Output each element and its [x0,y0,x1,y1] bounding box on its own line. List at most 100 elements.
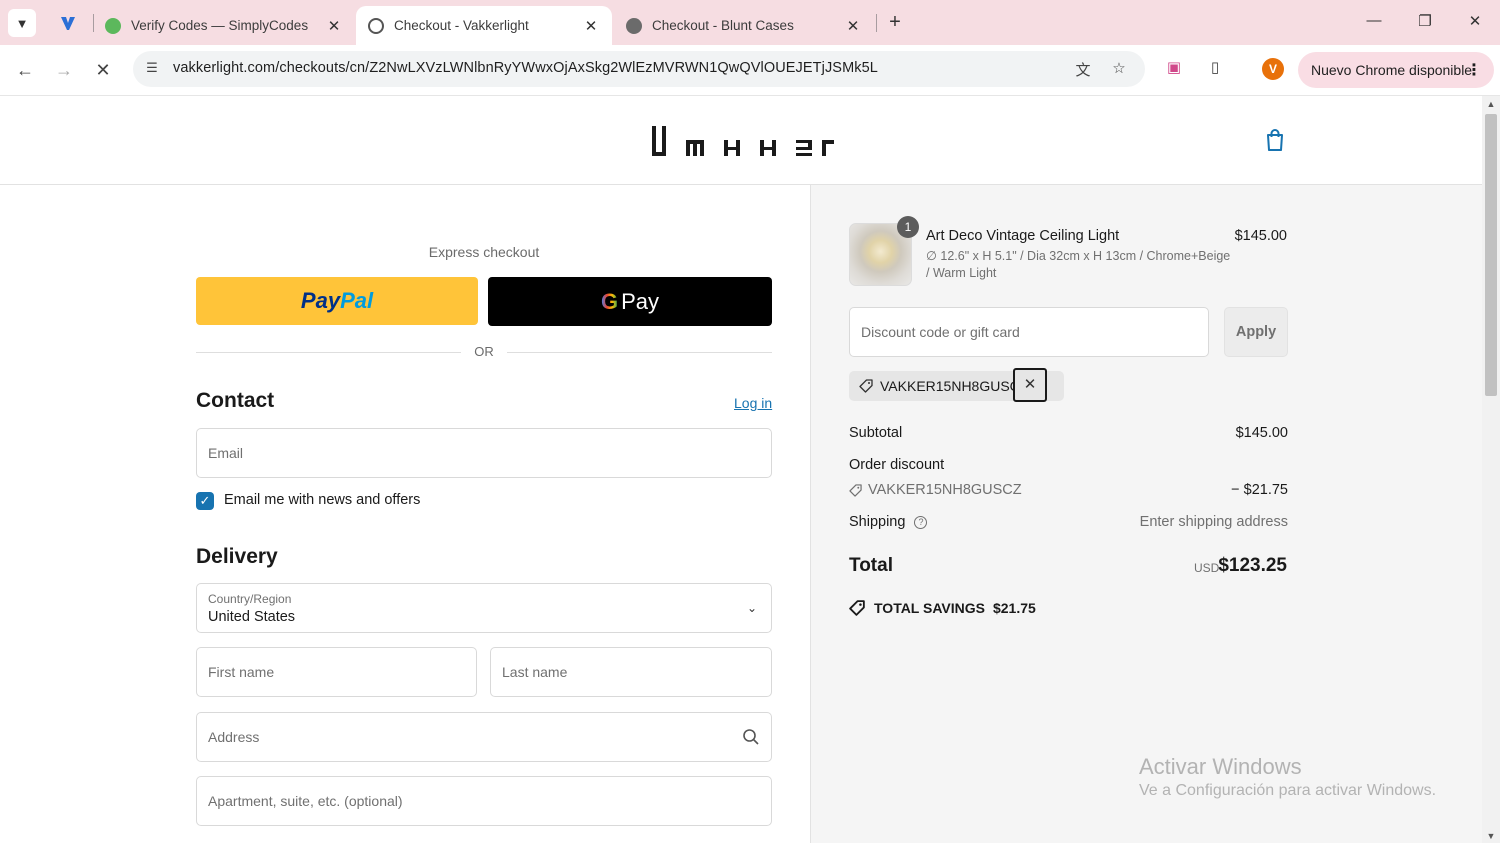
windows-watermark-title: Activar Windows [1139,754,1302,779]
window-close-icon[interactable]: ✕ [1465,12,1485,32]
subtotal-value: $145.00 [1235,425,1288,441]
scrollbar-thumb[interactable] [1485,114,1497,396]
loading-favicon-icon [368,17,384,34]
search-icon [743,729,759,745]
page-scrollbar[interactable]: ▲ ▼ [1482,96,1500,843]
order-discount-row: Order discount [849,457,1288,473]
applied-code-text: VAKKER15NH8GUSCZ [880,378,1029,394]
google-g-icon: G [600,288,619,314]
quantity-badge: 1 [897,216,919,238]
tab-separator [876,14,877,32]
windows-watermark-subtitle: Ve a Configuración para activar Windows. [1139,782,1437,799]
scroll-down-icon[interactable]: ▼ [1485,831,1497,841]
pinned-tab[interactable] [54,9,82,37]
globe-favicon-icon [626,17,642,34]
contact-heading: Contact [196,389,275,412]
profile-avatar[interactable]: V [1262,58,1284,80]
checkout-form: Express checkout Pay Pal G Pay OR Contact … [0,185,810,843]
menu-dots-icon[interactable]: ⋮ [1466,60,1482,80]
divider-left [196,352,461,353]
google-pay-button[interactable]: G Pay [488,277,772,326]
discount-code-text: VAKKER15NH8GUSCZ [868,482,1022,498]
newsletter-checkbox[interactable]: ✓ [196,492,214,510]
close-tab-icon[interactable]: ✕ [844,17,862,35]
shipping-label: Shipping [849,514,906,530]
chevron-down-icon: ⌄ [746,601,757,615]
product-price: $145.00 [1234,228,1287,244]
country-label: Country/Region [208,592,292,606]
translate-icon[interactable]: 文 [1073,59,1093,79]
remove-code-icon[interactable]: ✕ [1013,368,1047,402]
savings-value: $21.75 [992,600,1036,616]
back-icon[interactable]: ← [12,57,38,83]
apply-button[interactable]: Apply [1224,307,1288,357]
simplycodes-favicon-icon [105,17,121,34]
tab-strip: ▼ Verify Codes — SimplyCodes ✕ Checkout … [0,0,1500,45]
pinned-tab-favicon-icon [61,17,75,30]
address-field[interactable]: Address [196,712,772,762]
help-circle-icon[interactable]: ? [914,516,928,529]
last-name-placeholder: Last name [502,664,568,680]
paypal-wordmark-pay: Pay [300,288,341,313]
tab-vakkerlight[interactable]: Checkout - Vakkerlight ✕ [356,6,612,45]
subtotal-label: Subtotal [849,425,903,441]
restore-icon[interactable]: ❐ [1415,12,1435,32]
gpay-label: Pay [621,288,660,314]
paypal-wordmark-pal: Pal [340,288,374,313]
divider-right [507,352,772,353]
total-savings: TOTAL SAVINGS $21.75 [849,600,1036,616]
address-placeholder: Address [208,729,260,745]
savings-label: TOTAL SAVINGS [874,600,985,616]
discount-value: − $21.75 [1231,482,1288,498]
delivery-heading: Delivery [196,545,278,568]
or-divider-label: OR [474,344,494,359]
site-header [0,96,1482,185]
country-select[interactable]: Country/Region United States ⌄ [196,583,772,633]
scroll-up-icon[interactable]: ▲ [1485,99,1497,109]
discount-placeholder: Discount code or gift card [861,324,1020,340]
address-bar[interactable]: ☰ vakkerlight.com/checkouts/cn/Z2NwLXVzL… [133,51,1145,87]
minimize-icon[interactable]: — [1364,12,1384,32]
first-name-field[interactable]: First name [196,647,477,697]
tab-title: Checkout - Vakkerlight [394,18,529,33]
shipping-row: Shipping ? Enter shipping address [849,514,1288,530]
first-name-placeholder: First name [208,664,275,680]
subtotal-row: Subtotal $145.00 [849,425,1288,441]
order-summary: 1 Art Deco Vintage Ceiling Light ∅ 12.6"… [810,185,1482,843]
apartment-field[interactable]: Apartment, suite, etc. (optional) [196,776,772,826]
close-tab-icon[interactable]: ✕ [325,17,343,35]
login-link[interactable]: Log in [734,395,772,411]
bookmark-star-icon[interactable]: ☆ [1109,59,1129,79]
tab-simplycodes[interactable]: Verify Codes — SimplyCodes ✕ [93,6,355,45]
site-info-icon[interactable]: ☰ [143,60,161,78]
order-discount-label: Order discount [849,457,945,473]
shopping-bag-icon[interactable] [1264,128,1286,152]
shipping-value: Enter shipping address [1139,514,1288,530]
total-currency: USD [1194,561,1220,575]
checkout-page: Express checkout Pay Pal G Pay OR Contact … [0,96,1482,843]
email-field[interactable]: Email [196,428,772,478]
tab-blunt-cases[interactable]: Checkout - Blunt Cases ✕ [614,6,874,45]
discount-code-input[interactable]: Discount code or gift card [849,307,1209,357]
close-tab-icon[interactable]: ✕ [582,17,600,35]
total-label: Total [849,555,893,576]
tag-icon [849,483,862,497]
url-text[interactable]: vakkerlight.com/checkouts/cn/Z2NwLXVzLWN… [173,60,878,76]
newsletter-label[interactable]: Email me with news and offers [224,492,420,508]
vakker-logo[interactable] [650,124,836,160]
browser-toolbar: ← → ✕ ☰ vakkerlight.com/checkouts/cn/Z2N… [0,45,1500,96]
last-name-field[interactable]: Last name [490,647,772,697]
forward-icon[interactable]: → [51,57,77,83]
update-label: Nuevo Chrome disponible [1311,62,1473,78]
tab-search-chevron-icon[interactable]: ▼ [8,9,36,37]
stop-loading-icon[interactable]: ✕ [90,57,116,83]
total-value: $123.25 [1218,555,1287,576]
chrome-update-button[interactable]: Nuevo Chrome disponible ⋮ [1298,52,1494,88]
extension-icon[interactable]: ▣ [1163,58,1185,80]
extensions-puzzle-icon[interactable]: ▯ [1204,58,1226,80]
paypal-button[interactable]: Pay Pal [196,277,478,325]
product-variant: ∅ 12.6" x H 5.1" / Dia 32cm x H 13cm / C… [926,249,1231,280]
new-tab-icon[interactable]: + [884,11,906,33]
email-placeholder: Email [208,445,244,461]
product-name: Art Deco Vintage Ceiling Light [926,228,1120,244]
